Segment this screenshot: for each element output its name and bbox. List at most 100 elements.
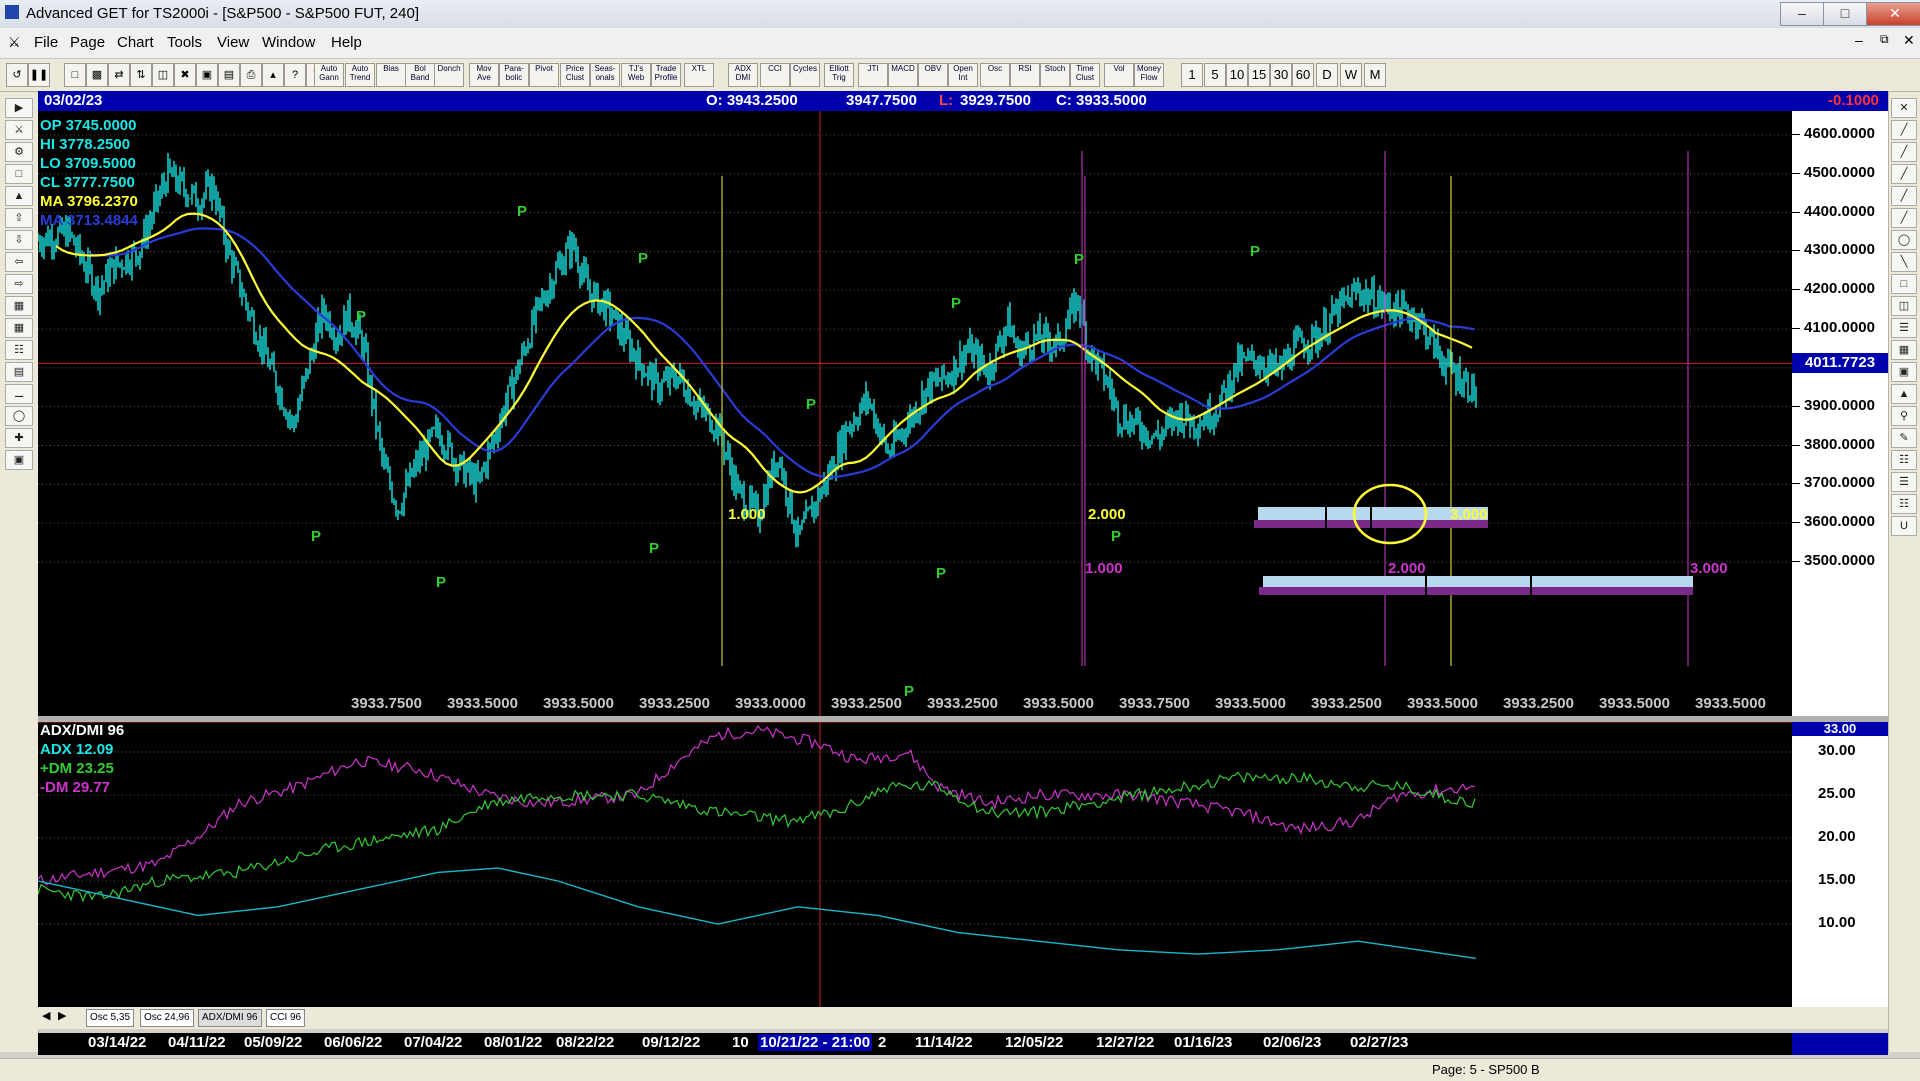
left-tool-2-icon[interactable]: ⚙	[5, 142, 33, 162]
right-tool-4-icon[interactable]: ╱	[1891, 186, 1917, 206]
study-button-15[interactable]: Cycles	[790, 63, 820, 87]
toolbar-tool-5-icon[interactable]: ⇅	[130, 63, 152, 87]
left-tool-9-icon[interactable]: ▦	[5, 296, 33, 316]
study-button-26[interactable]: Money Flow	[1134, 63, 1164, 87]
study-button-24[interactable]: Time Clust	[1070, 63, 1100, 87]
study-button-8[interactable]: Price Clust	[560, 63, 590, 87]
toolbar-tool-0-icon[interactable]: ↺	[6, 63, 28, 87]
left-tool-5-icon[interactable]: ⇧	[5, 208, 33, 228]
tab-scroll-right-icon[interactable]: ▶	[58, 1009, 66, 1022]
menu-page[interactable]: Page	[70, 34, 105, 51]
right-tool-3-icon[interactable]: ╱	[1891, 164, 1917, 184]
menu-file[interactable]: File	[34, 34, 58, 51]
left-tool-12-icon[interactable]: ▤	[5, 362, 33, 382]
study-button-17[interactable]: JTI	[858, 63, 888, 87]
interval-button-d[interactable]: D	[1316, 63, 1338, 87]
close-button[interactable]: ✕	[1866, 2, 1920, 26]
right-tool-2-icon[interactable]: ╱	[1891, 142, 1917, 162]
study-button-25[interactable]: Vol	[1104, 63, 1134, 87]
left-tool-7-icon[interactable]: ⇦	[5, 252, 33, 272]
tab-adx-dmi-96[interactable]: ADX/DMI 96	[198, 1009, 262, 1027]
left-tool-11-icon[interactable]: ☷	[5, 340, 33, 360]
study-button-14[interactable]: CCI	[760, 63, 790, 87]
study-button-21[interactable]: Osc	[980, 63, 1010, 87]
menu-chart[interactable]: Chart	[117, 34, 154, 51]
toolbar-tool-11-icon[interactable]: ▴	[262, 63, 284, 87]
study-button-13[interactable]: ADX DMI	[728, 63, 758, 87]
toolbar-tool-12-icon[interactable]: ?	[284, 63, 306, 87]
interval-button-60[interactable]: 60	[1292, 63, 1314, 87]
toolbar-tool-8-icon[interactable]: ▣	[196, 63, 218, 87]
toolbar-tool-6-icon[interactable]: ◫	[152, 63, 174, 87]
study-button-4[interactable]: Donch	[434, 63, 464, 87]
right-tool-10-icon[interactable]: ☰	[1891, 318, 1917, 338]
sub-axis[interactable]: 33.00 30.00 25.00 20.00 15.00 10.00	[1792, 722, 1888, 1007]
study-button-0[interactable]: Auto Gann	[314, 63, 344, 87]
menu-tools[interactable]: Tools	[167, 34, 202, 51]
right-tool-15-icon[interactable]: ✎	[1891, 428, 1917, 448]
toolbar-tool-9-icon[interactable]: ▤	[218, 63, 240, 87]
study-button-20[interactable]: Open Int	[948, 63, 978, 87]
interval-button-30[interactable]: 30	[1270, 63, 1292, 87]
interval-button-15[interactable]: 15	[1248, 63, 1270, 87]
mdi-restore-button[interactable]: ⧉	[1880, 32, 1889, 47]
left-tool-8-icon[interactable]: ⇨	[5, 274, 33, 294]
left-tool-15-icon[interactable]: ✚	[5, 428, 33, 448]
mdi-minimize-button[interactable]: –	[1855, 32, 1863, 48]
interval-button-m[interactable]: M	[1364, 63, 1386, 87]
tab-osc-24-96[interactable]: Osc 24,96	[140, 1009, 194, 1027]
right-tool-16-icon[interactable]: ☷	[1891, 450, 1917, 470]
left-tool-4-icon[interactable]: ▲	[5, 186, 33, 206]
tab-scroll-left-icon[interactable]: ◀	[42, 1009, 50, 1022]
study-button-3[interactable]: Bol Band	[405, 63, 435, 87]
study-button-22[interactable]: RSI	[1010, 63, 1040, 87]
left-tool-16-icon[interactable]: ▣	[5, 450, 33, 470]
left-tool-6-icon[interactable]: ⇩	[5, 230, 33, 250]
right-tool-8-icon[interactable]: □	[1891, 274, 1917, 294]
left-tool-14-icon[interactable]: ◯	[5, 406, 33, 426]
toolbar-tool-4-icon[interactable]: ⇄	[108, 63, 130, 87]
toolbar-tool-2-icon[interactable]: □	[64, 63, 86, 87]
tab-cci-96[interactable]: CCI 96	[266, 1009, 306, 1027]
study-button-16[interactable]: Elliott Trig	[824, 63, 854, 87]
interval-button-1[interactable]: 1	[1181, 63, 1203, 87]
right-tool-0-icon[interactable]: ✕	[1891, 98, 1917, 118]
tab-osc-5-35[interactable]: Osc 5,35	[86, 1009, 135, 1027]
interval-button-10[interactable]: 10	[1226, 63, 1248, 87]
study-button-19[interactable]: OBV	[918, 63, 948, 87]
right-tool-19-icon[interactable]: U	[1891, 516, 1917, 536]
toolbar-tool-3-icon[interactable]: ▩	[86, 63, 108, 87]
toolbar-tool-1-icon[interactable]: ❚❚	[28, 63, 50, 87]
study-button-18[interactable]: MACD	[888, 63, 918, 87]
toolbar-tool-10-icon[interactable]: ⎙	[240, 63, 262, 87]
study-button-23[interactable]: Stoch	[1040, 63, 1070, 87]
study-button-11[interactable]: Trade Profile	[651, 63, 681, 87]
right-tool-1-icon[interactable]: ╱	[1891, 120, 1917, 140]
price-axis[interactable]: 4600.0000 4500.0000 4400.0000 4300.0000 4200…	[1792, 111, 1888, 716]
study-button-10[interactable]: TJ's Web	[621, 63, 651, 87]
study-button-9[interactable]: Seas- onals	[590, 63, 620, 87]
study-button-7[interactable]: Pivot	[529, 63, 559, 87]
interval-button-w[interactable]: W	[1340, 63, 1362, 87]
maximize-button[interactable]: □	[1823, 2, 1867, 26]
left-tool-0-icon[interactable]: ▶	[5, 98, 33, 118]
study-button-6[interactable]: Para- bolic	[499, 63, 529, 87]
right-tool-6-icon[interactable]: ◯	[1891, 230, 1917, 250]
right-tool-14-icon[interactable]: ⚲	[1891, 406, 1917, 426]
left-tool-13-icon[interactable]: ⚊	[5, 384, 33, 404]
study-button-1[interactable]: Auto Trend	[345, 63, 375, 87]
date-axis[interactable]: 03/14/22 04/11/22 05/09/22 06/06/22 07/04/22…	[38, 1033, 1888, 1055]
interval-button-5[interactable]: 5	[1204, 63, 1226, 87]
menu-view[interactable]: View	[217, 34, 249, 51]
right-tool-11-icon[interactable]: ▦	[1891, 340, 1917, 360]
right-tool-12-icon[interactable]: ▣	[1891, 362, 1917, 382]
toolbar-tool-7-icon[interactable]: ✖	[174, 63, 196, 87]
right-tool-18-icon[interactable]: ☷	[1891, 494, 1917, 514]
left-tool-10-icon[interactable]: ▦	[5, 318, 33, 338]
study-button-2[interactable]: Bias	[376, 63, 406, 87]
study-button-5[interactable]: Mov Ave	[469, 63, 499, 87]
right-tool-17-icon[interactable]: ☰	[1891, 472, 1917, 492]
right-tool-13-icon[interactable]: ▲	[1891, 384, 1917, 404]
mdi-close-button[interactable]: ✕	[1903, 32, 1915, 49]
left-tool-3-icon[interactable]: □	[5, 164, 33, 184]
